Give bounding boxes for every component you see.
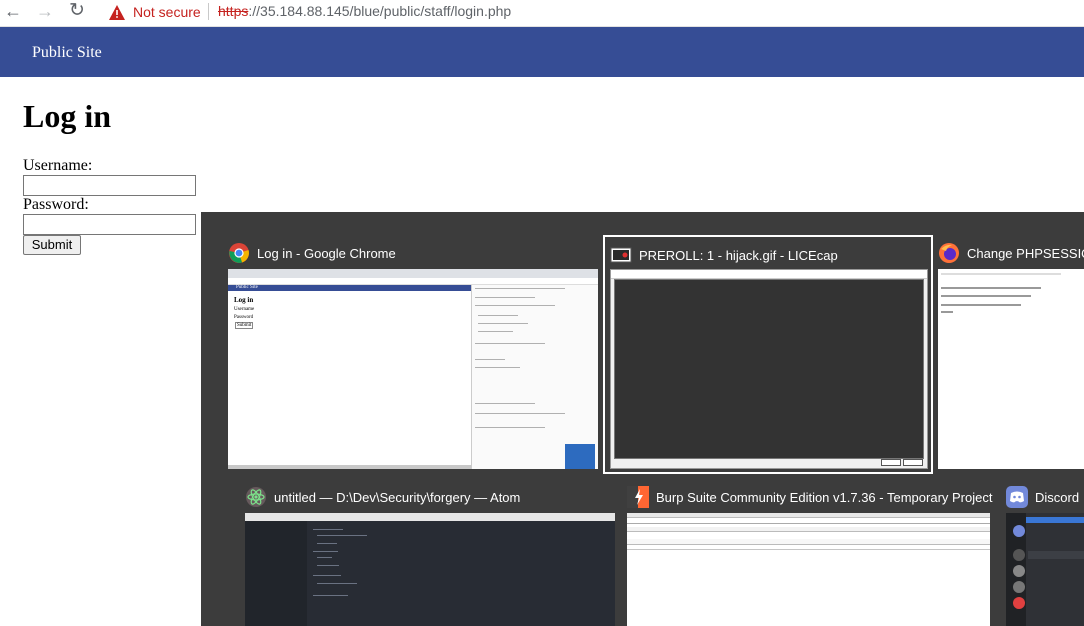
switcher-window-atom[interactable]: untitled — D:\Dev\Security\forgery — Ato… xyxy=(245,485,615,626)
switcher-window-chrome[interactable]: Log in - Google Chrome Public Site Log i… xyxy=(228,241,598,469)
firefox-icon xyxy=(939,243,959,263)
address-bar[interactable]: https://35.184.88.145/blue/public/staff/… xyxy=(218,2,511,20)
browser-toolbar: ← → ↻ Not secure https://35.184.88.145/b… xyxy=(0,0,1084,27)
public-site-link[interactable]: Public Site xyxy=(32,44,102,62)
security-label: Not secure xyxy=(133,4,201,20)
window-thumbnail xyxy=(938,269,1084,469)
window-switcher: Log in - Google Chrome Public Site Log i… xyxy=(201,212,1084,626)
back-arrow-icon[interactable]: ← xyxy=(2,1,24,23)
username-label: Username: xyxy=(23,157,93,174)
page-title: Log in xyxy=(23,98,112,134)
window-thumbnail xyxy=(1006,513,1084,626)
url-path: ://35.184.88.145/blue/public/staff/login… xyxy=(248,3,512,19)
warning-icon xyxy=(109,4,125,20)
discord-icon xyxy=(1006,486,1028,508)
submit-button[interactable]: Submit xyxy=(23,235,81,255)
window-title: PREROLL: 1 - hijack.gif - LICEcap xyxy=(610,243,838,267)
atom-icon xyxy=(246,487,266,507)
window-thumbnail xyxy=(245,513,615,626)
switcher-window-discord[interactable]: Discord xyxy=(1006,485,1084,626)
url-separator xyxy=(208,3,209,20)
reload-icon[interactable]: ↻ xyxy=(66,1,88,23)
security-indicator[interactable]: Not secure xyxy=(109,2,201,22)
switcher-window-burp[interactable]: Burp Suite Community Edition v1.7.36 - T… xyxy=(627,485,992,626)
switcher-window-licecap[interactable]: PREROLL: 1 - hijack.gif - LICEcap xyxy=(603,235,933,474)
window-title: Burp Suite Community Edition v1.7.36 - T… xyxy=(627,485,992,509)
site-navbar: Public Site xyxy=(0,27,1084,77)
window-title: Change PHPSESSIONID xyxy=(938,241,1084,265)
window-thumbnail xyxy=(627,513,990,626)
burp-icon xyxy=(627,486,649,508)
window-title: Discord xyxy=(1006,485,1079,509)
window-title: Log in - Google Chrome xyxy=(228,241,396,265)
url-scheme: https xyxy=(218,3,249,19)
licecap-icon xyxy=(610,247,632,263)
switcher-window-firefox[interactable]: Change PHPSESSIONID xyxy=(938,241,1084,469)
chrome-icon xyxy=(229,243,249,263)
window-title: untitled — D:\Dev\Security\forgery — Ato… xyxy=(245,485,520,509)
username-input[interactable] xyxy=(23,175,196,196)
forward-arrow-icon[interactable]: → xyxy=(34,1,56,23)
window-thumbnail: Public Site Log in Username Password Sub… xyxy=(228,269,598,469)
window-thumbnail xyxy=(610,269,928,469)
password-input[interactable] xyxy=(23,214,196,235)
password-label: Password: xyxy=(23,196,89,213)
